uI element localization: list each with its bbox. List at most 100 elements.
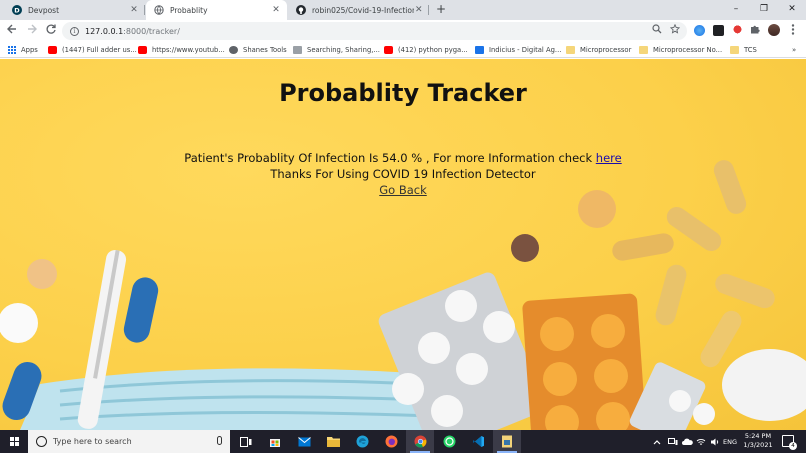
tray-volume[interactable]: [708, 430, 722, 453]
edge-icon: [356, 435, 368, 448]
puzzle-icon: [751, 25, 760, 34]
bookmark-folder-microprocessor-notes[interactable]: Microprocessor No...: [639, 43, 722, 57]
taskbar-file-explorer[interactable]: [319, 430, 347, 453]
bookmarks-overflow-button[interactable]: »: [792, 43, 796, 57]
folder-icon: [730, 46, 739, 54]
task-view-button[interactable]: [232, 430, 260, 453]
extension-globe-icon[interactable]: [694, 25, 705, 36]
tab-title: Probablity: [170, 5, 208, 15]
bookmark-apps[interactable]: Apps: [8, 43, 38, 57]
apps-icon: [8, 46, 16, 54]
star-icon: [669, 23, 681, 34]
folder-icon: [566, 46, 575, 54]
taskbar-chrome[interactable]: [406, 430, 434, 453]
tray-network[interactable]: [694, 430, 708, 453]
thanks-text: Thanks For Using COVID 19 Infection Dete…: [270, 167, 536, 181]
taskbar-whatsapp[interactable]: [435, 430, 463, 453]
close-tab-icon[interactable]: ✕: [271, 5, 281, 15]
tray-devices[interactable]: [666, 430, 680, 453]
close-tab-icon[interactable]: ✕: [129, 5, 139, 15]
tab-title: Devpost: [28, 5, 60, 15]
start-button[interactable]: [0, 430, 28, 453]
bookmark-label: Searching, Sharing,...: [307, 46, 380, 54]
taskbar-edge[interactable]: [348, 430, 376, 453]
clock-time: 5:24 PM: [744, 432, 772, 440]
bookmark-label: (412) python pyga...: [398, 46, 468, 54]
taskbar-store[interactable]: [261, 430, 289, 453]
bookmark-label: https://www.youtub...: [152, 46, 225, 54]
browser-menu-button[interactable]: [786, 24, 800, 38]
result-block: Patient's Probablity Of Infection Is 54.…: [0, 150, 806, 198]
bookmark-searching-sharing[interactable]: Searching, Sharing,...: [293, 43, 380, 57]
speaker-icon: [711, 438, 719, 445]
bookmark-label: Indicius - Digital Ag...: [489, 46, 562, 54]
reload-button[interactable]: [43, 23, 59, 39]
forward-button[interactable]: [24, 23, 40, 39]
taskbar-clock[interactable]: 5:24 PM 1/3/2021: [740, 432, 776, 450]
arrow-left-icon: [7, 24, 16, 34]
url-path: :8000/tracker/: [123, 26, 180, 36]
youtube-icon: [384, 46, 393, 54]
bookmark-label: Apps: [21, 46, 38, 54]
address-bar[interactable]: i 127.0.0.1:8000/tracker/: [62, 22, 687, 40]
youtube-icon: [48, 46, 57, 54]
taskbar-firefox[interactable]: [377, 430, 405, 453]
bookmark-folder-microprocessor[interactable]: Microprocessor: [566, 43, 631, 57]
bookmark-label: TCS: [744, 46, 757, 54]
bookmark-python-pygame[interactable]: (412) python pyga...: [384, 43, 468, 57]
cloud-icon: [681, 438, 693, 445]
bookmark-label: Microprocessor: [580, 46, 632, 54]
indicius-icon: [475, 46, 484, 54]
tray-language[interactable]: ENG: [721, 430, 739, 453]
image-icon: [293, 46, 302, 54]
bookmark-indicius[interactable]: Indicius - Digital Ag...: [475, 43, 561, 57]
device-icon: [668, 437, 678, 445]
bookmark-full-adder[interactable]: (1447) Full adder us...: [48, 43, 137, 57]
extension-dark-icon[interactable]: [713, 25, 724, 36]
kebab-menu-icon: [791, 24, 795, 35]
windows-logo-icon: [10, 437, 19, 446]
go-back-link[interactable]: Go Back: [379, 183, 427, 197]
vscode-icon: [472, 436, 484, 447]
firefox-icon: [385, 435, 397, 448]
task-view-icon: [240, 436, 252, 447]
browser-toolbar: i 127.0.0.1:8000/tracker/: [0, 20, 806, 42]
github-icon: [296, 5, 306, 15]
bookmark-label: Microprocessor No...: [653, 46, 723, 54]
tab-github[interactable]: robin025/Covid-19-Infection-Pro ✕: [288, 0, 429, 20]
extensions-button[interactable]: [748, 24, 762, 38]
close-tab-icon[interactable]: ✕: [414, 5, 423, 15]
zoom-button[interactable]: [650, 24, 664, 38]
taskbar-vscode[interactable]: [464, 430, 492, 453]
globe-icon: [229, 46, 238, 54]
bookmark-shanes-tools[interactable]: Shanes Tools: [229, 43, 287, 57]
action-center-button[interactable]: 4: [782, 435, 797, 450]
back-button[interactable]: [4, 23, 20, 39]
show-hidden-icons-button[interactable]: [650, 430, 664, 453]
tab-devpost[interactable]: D Devpost ✕: [4, 0, 145, 20]
microphone-icon[interactable]: [217, 436, 222, 445]
extension-red-icon[interactable]: [732, 25, 743, 36]
taskbar-python-idle[interactable]: [493, 430, 521, 453]
search-icon: [36, 436, 47, 447]
bookmark-youtube[interactable]: https://www.youtub...: [138, 43, 225, 57]
profile-avatar[interactable]: [768, 24, 780, 36]
clock-date: 1/3/2021: [743, 441, 773, 449]
tray-onedrive[interactable]: [680, 430, 694, 453]
new-tab-button[interactable]: +: [433, 2, 449, 18]
taskbar-mail[interactable]: [290, 430, 318, 453]
devpost-icon: D: [12, 5, 22, 15]
taskbar-search-box[interactable]: Type here to search: [28, 430, 230, 453]
restore-button[interactable]: ❐: [750, 0, 778, 20]
bookmark-star-button[interactable]: [668, 23, 682, 38]
site-info-icon[interactable]: i: [70, 26, 79, 36]
tab-probablity[interactable]: Probablity ✕: [146, 0, 287, 20]
more-info-link[interactable]: here: [596, 151, 622, 165]
bookmark-label: (1447) Full adder us...: [62, 46, 137, 54]
close-window-button[interactable]: ✕: [778, 0, 806, 20]
reload-icon: [46, 24, 56, 34]
bookmark-folder-tcs[interactable]: TCS: [730, 43, 757, 57]
youtube-icon: [138, 46, 147, 54]
minimize-button[interactable]: –: [722, 0, 750, 20]
wifi-icon: [696, 438, 706, 445]
